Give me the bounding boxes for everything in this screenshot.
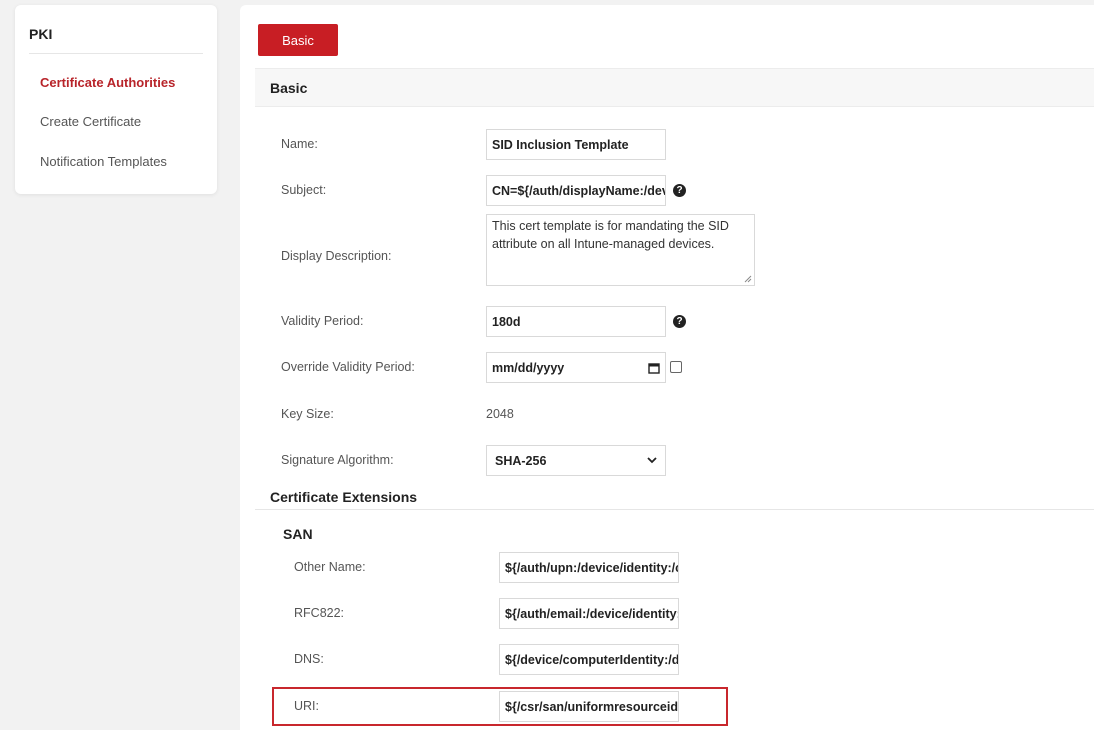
rfc822-label: RFC822: <box>294 606 345 620</box>
extensions-title: Certificate Extensions <box>270 489 418 505</box>
sidebar-title: PKI <box>29 26 53 42</box>
override-checkbox[interactable] <box>670 361 682 373</box>
validity-label: Validity Period: <box>281 314 364 328</box>
dns-input[interactable]: ${/device/computerIdentity:/d <box>499 644 679 675</box>
rfc822-input[interactable]: ${/auth/email:/device/identity: <box>499 598 679 629</box>
validity-help-icon[interactable]: ? <box>673 315 686 328</box>
section-header-basic: Basic <box>255 68 1094 107</box>
main-panel: Basic Basic Name: SID Inclusion Template… <box>240 5 1094 730</box>
keysize-value: 2048 <box>486 407 514 421</box>
resize-grip-icon[interactable] <box>744 275 752 283</box>
name-label: Name: <box>281 137 318 151</box>
sigalg-select[interactable]: SHA-256 <box>486 445 666 476</box>
subject-input[interactable]: CN=${/auth/displayName:/dev <box>486 175 666 206</box>
sigalg-label: Signature Algorithm: <box>281 453 394 467</box>
tab-basic[interactable]: Basic <box>258 24 338 56</box>
other-name-label: Other Name: <box>294 560 366 574</box>
sidebar-item-notification-templates[interactable]: Notification Templates <box>40 154 167 169</box>
override-date-input[interactable]: mm/dd/yyyy <box>486 352 666 383</box>
san-title: SAN <box>283 526 313 542</box>
description-text: This cert template is for mandating the … <box>492 219 729 251</box>
validity-input[interactable]: 180d <box>486 306 666 337</box>
name-input[interactable]: SID Inclusion Template <box>486 129 666 160</box>
sidebar: PKI Certificate Authorities Create Certi… <box>15 5 217 194</box>
sidebar-item-certificate-authorities[interactable]: Certificate Authorities <box>40 75 175 90</box>
chevron-down-icon <box>647 457 657 464</box>
sigalg-selected: SHA-256 <box>495 453 547 468</box>
section-title: Basic <box>270 80 308 96</box>
extensions-divider <box>255 509 1094 510</box>
dns-label: DNS: <box>294 652 324 666</box>
subject-help-icon[interactable]: ? <box>673 184 686 197</box>
override-label: Override Validity Period: <box>281 360 415 374</box>
other-name-input[interactable]: ${/auth/upn:/device/identity:/c <box>499 552 679 583</box>
subject-label: Subject: <box>281 183 327 197</box>
uri-highlight-box <box>272 687 728 726</box>
date-placeholder: mm/dd/yyyy <box>492 360 565 375</box>
calendar-icon[interactable] <box>648 362 660 374</box>
sidebar-item-create-certificate[interactable]: Create Certificate <box>40 114 141 129</box>
description-label: Display Description: <box>281 249 392 263</box>
sidebar-divider <box>29 53 203 54</box>
description-textarea[interactable]: This cert template is for mandating the … <box>486 214 755 286</box>
keysize-label: Key Size: <box>281 407 334 421</box>
